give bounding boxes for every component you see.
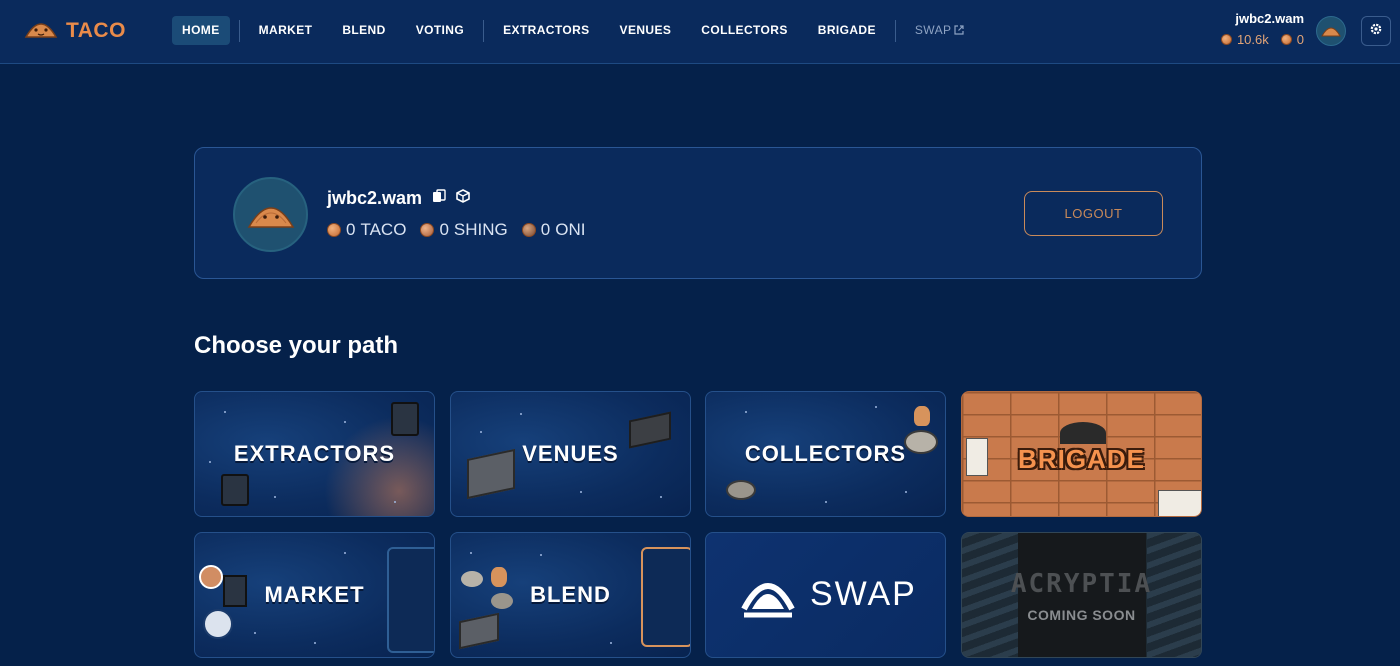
taco-logo-icon (24, 17, 58, 46)
tile-label: COLLECTORS (744, 441, 907, 466)
account-name: jwbc2.wam (1235, 11, 1304, 26)
nav-blend[interactable]: BLEND (332, 16, 395, 45)
profile-balances: 0 TACO 0 SHING 0 ONI (327, 220, 585, 240)
taco-coin-icon (1220, 34, 1232, 45)
poster-icon (1158, 490, 1201, 516)
brand-logo[interactable]: TACO (24, 15, 126, 47)
oni-token-value: 0 (540, 220, 551, 239)
tile-label: MARKET (264, 582, 365, 607)
external-link-icon (954, 17, 964, 46)
path-tile-brigade[interactable]: BRIGADE (961, 391, 1202, 517)
taco-swap-icon (740, 569, 796, 628)
path-tile-venues[interactable]: VENUES (450, 391, 691, 517)
shing-token-value: 0 (439, 220, 449, 239)
shing-token-unit: SHING (453, 220, 508, 239)
taco-token-unit: TACO (360, 220, 407, 239)
profile-card: jwbc2.wam 0 TACO 0 SHING 0 ONI LOGOUT (194, 147, 1202, 279)
main-nav: HOME MARKET BLEND VOTING EXTRACTORS VENU… (172, 16, 974, 45)
path-tile-market[interactable]: MARKET (194, 532, 435, 658)
section-title: Choose your path (194, 332, 399, 359)
collector-figure-icon (914, 406, 930, 426)
nav-collectors[interactable]: COLLECTORS (691, 16, 797, 45)
nav-voting[interactable]: VOTING (406, 16, 474, 45)
shing-token-balance: 0 SHING (420, 220, 508, 240)
shing-coin-icon (420, 223, 435, 237)
nav-swap-label: SWAP (914, 23, 952, 37)
account-summary: jwbc2.wam 10.6k 0 (1220, 11, 1304, 47)
account-balances: 10.6k 0 (1220, 32, 1304, 47)
nav-extractors[interactable]: EXTRACTORS (493, 16, 599, 45)
coin-balance: 0 (1280, 32, 1304, 47)
extractor-machine-icon (221, 474, 249, 506)
nav-swap[interactable]: SWAP (905, 16, 975, 45)
nav-divider (238, 19, 240, 42)
tile-label: BLEND (530, 582, 611, 607)
path-tile-swap[interactable]: SWAP (705, 532, 946, 658)
taco-token-value: 0 (346, 220, 356, 239)
settings-button[interactable] (1361, 16, 1391, 46)
profile-name: jwbc2.wam (327, 188, 423, 208)
brand-name: TACO (66, 19, 126, 42)
oni-token-unit: ONI (555, 220, 586, 239)
brigade-hat-icon (1060, 422, 1106, 444)
collector-pot-icon (726, 480, 756, 500)
profile-avatar (233, 177, 308, 252)
cube-icon (456, 189, 470, 208)
coin-balance-value: 0 (1296, 32, 1304, 47)
taco-balance-value: 10.6k (1236, 32, 1269, 47)
taco-balance: 10.6k (1220, 32, 1269, 47)
path-tile-collectors[interactable]: COLLECTORS (705, 391, 946, 517)
coin-icon (1280, 34, 1292, 45)
tile-label: SWAP (810, 575, 917, 613)
tile-label: ACRYPTIA (1010, 569, 1153, 599)
extractor-machine-icon (391, 402, 419, 436)
tile-label: BRIGADE (1018, 444, 1145, 474)
nav-home[interactable]: HOME (172, 16, 230, 45)
taco-token-balance: 0 TACO (327, 220, 406, 240)
badge-icon (203, 609, 233, 639)
nav-market[interactable]: MARKET (249, 16, 323, 45)
tile-label: VENUES (522, 441, 619, 466)
nav-brigade[interactable]: BRIGADE (808, 16, 886, 45)
card-stack-icon (432, 189, 446, 208)
nav-venues[interactable]: VENUES (610, 16, 682, 45)
top-navbar: TACO HOME MARKET BLEND VOTING EXTRACTORS… (0, 0, 1400, 64)
profile-name-row: jwbc2.wam (327, 188, 470, 209)
avatar[interactable] (1316, 16, 1346, 46)
path-tile-acryptia[interactable]: ACRYPTIA COMING SOON (961, 532, 1202, 658)
coming-soon-label: COMING SOON (1027, 607, 1136, 623)
nav-divider (483, 19, 485, 42)
path-tile-extractors[interactable]: EXTRACTORS (194, 391, 435, 517)
gear-icon (1369, 22, 1383, 41)
oni-token-balance: 0 ONI (521, 220, 586, 240)
path-tile-blend[interactable]: BLEND (450, 532, 691, 658)
oni-coin-icon (521, 223, 536, 237)
taco-coin-icon (327, 223, 341, 237)
tile-label: EXTRACTORS (233, 441, 396, 466)
logout-button[interactable]: LOGOUT (1024, 191, 1163, 236)
nav-divider (894, 19, 896, 42)
